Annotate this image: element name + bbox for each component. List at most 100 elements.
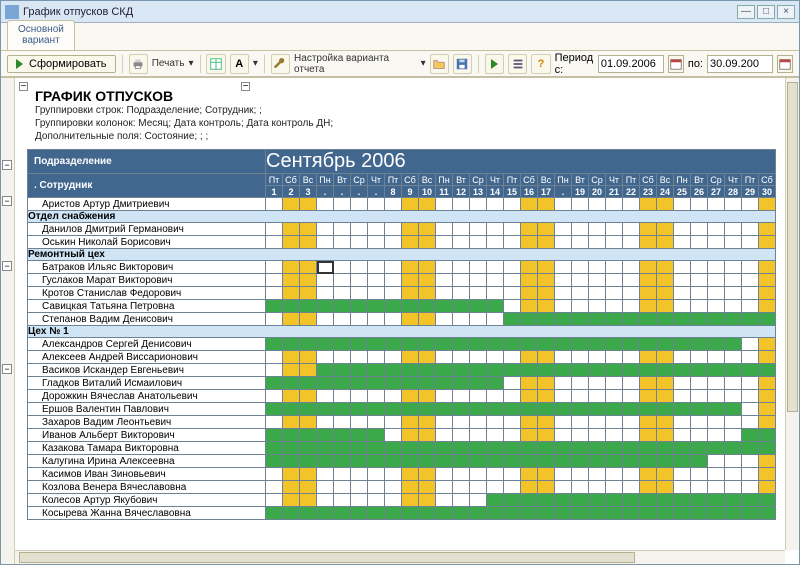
day-cell[interactable] (504, 390, 521, 403)
day-cell[interactable] (759, 313, 776, 326)
day-cell[interactable] (487, 274, 504, 287)
day-cell[interactable] (470, 236, 487, 249)
day-cell[interactable] (436, 364, 453, 377)
day-cell[interactable] (691, 455, 708, 468)
day-cell[interactable] (555, 236, 572, 249)
day-cell[interactable] (385, 198, 402, 211)
day-cell[interactable] (521, 429, 538, 442)
day-cell[interactable] (759, 416, 776, 429)
day-cell[interactable] (589, 236, 606, 249)
day-cell[interactable] (640, 455, 657, 468)
day-cell[interactable] (742, 481, 759, 494)
day-cell[interactable] (742, 455, 759, 468)
day-cell[interactable] (334, 416, 351, 429)
day-cell[interactable] (725, 507, 742, 520)
day-cell[interactable] (759, 287, 776, 300)
day-cell[interactable] (504, 377, 521, 390)
day-cell[interactable] (606, 390, 623, 403)
day-cell[interactable] (351, 313, 368, 326)
day-cell[interactable] (470, 364, 487, 377)
day-cell[interactable] (402, 416, 419, 429)
day-cell[interactable] (351, 442, 368, 455)
day-cell[interactable] (419, 300, 436, 313)
day-cell[interactable] (470, 223, 487, 236)
day-cell[interactable] (674, 351, 691, 364)
day-cell[interactable] (657, 223, 674, 236)
day-cell[interactable] (521, 300, 538, 313)
day-cell[interactable] (521, 390, 538, 403)
day-cell[interactable] (555, 494, 572, 507)
day-cell[interactable] (470, 494, 487, 507)
day-cell[interactable] (334, 429, 351, 442)
day-cell[interactable] (606, 377, 623, 390)
day-cell[interactable] (691, 364, 708, 377)
day-cell[interactable] (640, 261, 657, 274)
outline-toggle[interactable]: − (2, 364, 12, 374)
day-cell[interactable] (708, 236, 725, 249)
day-cell[interactable] (317, 261, 334, 274)
day-cell[interactable] (351, 338, 368, 351)
day-cell[interactable] (691, 287, 708, 300)
day-cell[interactable] (691, 300, 708, 313)
day-cell[interactable] (555, 416, 572, 429)
day-cell[interactable] (385, 429, 402, 442)
day-cell[interactable] (572, 198, 589, 211)
vertical-scrollbar[interactable] (785, 78, 799, 550)
day-cell[interactable] (623, 481, 640, 494)
day-cell[interactable] (742, 468, 759, 481)
day-cell[interactable] (419, 351, 436, 364)
day-cell[interactable] (351, 364, 368, 377)
day-cell[interactable] (623, 287, 640, 300)
day-cell[interactable] (521, 377, 538, 390)
day-cell[interactable] (691, 198, 708, 211)
day-cell[interactable] (606, 442, 623, 455)
day-cell[interactable] (742, 236, 759, 249)
day-cell[interactable] (623, 261, 640, 274)
day-cell[interactable] (555, 455, 572, 468)
day-cell[interactable] (708, 274, 725, 287)
day-cell[interactable] (521, 481, 538, 494)
day-cell[interactable] (453, 236, 470, 249)
day-cell[interactable] (725, 455, 742, 468)
day-cell[interactable] (759, 377, 776, 390)
day-cell[interactable] (266, 507, 283, 520)
day-cell[interactable] (555, 198, 572, 211)
scroll-thumb[interactable] (19, 552, 635, 563)
day-cell[interactable] (402, 338, 419, 351)
day-cell[interactable] (555, 313, 572, 326)
day-cell[interactable] (521, 313, 538, 326)
day-cell[interactable] (538, 223, 555, 236)
day-cell[interactable] (470, 351, 487, 364)
day-cell[interactable] (487, 351, 504, 364)
day-cell[interactable] (487, 338, 504, 351)
day-cell[interactable] (334, 313, 351, 326)
day-cell[interactable] (300, 416, 317, 429)
day-cell[interactable] (589, 223, 606, 236)
day-cell[interactable] (368, 351, 385, 364)
day-cell[interactable] (742, 351, 759, 364)
day-cell[interactable] (453, 364, 470, 377)
day-cell[interactable] (436, 468, 453, 481)
day-cell[interactable] (351, 390, 368, 403)
day-cell[interactable] (674, 403, 691, 416)
day-cell[interactable] (759, 455, 776, 468)
day-cell[interactable] (538, 429, 555, 442)
day-cell[interactable] (453, 468, 470, 481)
collapse-toggle[interactable]: − (19, 82, 28, 91)
day-cell[interactable] (419, 274, 436, 287)
day-cell[interactable] (487, 494, 504, 507)
day-cell[interactable] (351, 455, 368, 468)
day-cell[interactable] (623, 300, 640, 313)
day-cell[interactable] (317, 390, 334, 403)
day-cell[interactable] (640, 223, 657, 236)
day-cell[interactable] (623, 455, 640, 468)
day-cell[interactable] (572, 351, 589, 364)
day-cell[interactable] (640, 468, 657, 481)
day-cell[interactable] (436, 494, 453, 507)
day-cell[interactable] (623, 351, 640, 364)
day-cell[interactable] (504, 403, 521, 416)
day-cell[interactable] (657, 468, 674, 481)
day-cell[interactable] (317, 403, 334, 416)
day-cell[interactable] (742, 198, 759, 211)
day-cell[interactable] (453, 300, 470, 313)
